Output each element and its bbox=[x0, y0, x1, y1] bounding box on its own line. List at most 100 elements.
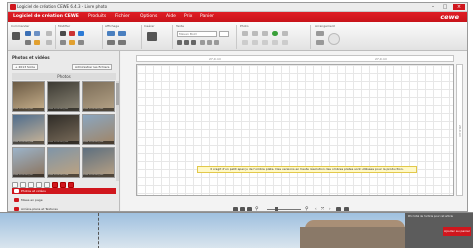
thumbnail-caption: Sicile 2013 IMG_003 bbox=[83, 108, 114, 111]
menu-file[interactable]: Fichier bbox=[115, 14, 130, 19]
cut-icon[interactable] bbox=[34, 40, 40, 45]
paste-icon[interactable] bbox=[78, 31, 84, 36]
ribbon-separator bbox=[102, 25, 103, 49]
undo-icon[interactable] bbox=[46, 31, 52, 36]
effect-icon[interactable] bbox=[272, 31, 278, 36]
price-text: Prix total de l'article pour cet article bbox=[408, 215, 453, 218]
nav-photos-label: Photos et vidéos bbox=[21, 189, 46, 193]
align-right-icon[interactable] bbox=[214, 40, 219, 45]
delete-icon[interactable] bbox=[69, 31, 75, 36]
ribbon-toolbar: Commander Modifier Affichage Insérer Tex… bbox=[8, 22, 467, 51]
nav-layouts-label: Mises en page bbox=[21, 198, 43, 202]
nav-backgrounds-label: Arrière-plans et Textures bbox=[21, 207, 58, 211]
ruler-label-vertical: 28,0 cm bbox=[458, 125, 462, 138]
send-back-icon[interactable] bbox=[316, 40, 324, 45]
photo-thumbnail[interactable]: Sicile 2013 IMG_005 bbox=[47, 114, 80, 145]
rotate-icon[interactable] bbox=[60, 40, 66, 45]
price-panel: Prix total de l'article pour cet article… bbox=[405, 213, 473, 248]
thumbnail-grid: Sicile 2013 IMG_001 Sicile 2013 IMG_002 Si… bbox=[12, 81, 116, 181]
photos-icon bbox=[14, 189, 19, 193]
nav-layouts[interactable]: Mises en page bbox=[12, 197, 116, 203]
layouts-icon bbox=[14, 198, 19, 202]
bring-front-icon[interactable] bbox=[316, 31, 324, 36]
align-icon[interactable] bbox=[78, 40, 84, 45]
crop-icon[interactable] bbox=[242, 31, 248, 36]
filter-icon[interactable] bbox=[282, 31, 288, 36]
menu-cart[interactable]: Panier bbox=[200, 14, 214, 19]
photo-thumbnail[interactable]: Sicile 2013 IMG_004 bbox=[12, 114, 45, 145]
align-left-icon[interactable] bbox=[200, 40, 205, 45]
shadow-icon[interactable] bbox=[262, 31, 268, 36]
shadow-notice: Il s'agit d'un petit aperçu de l'ombre p… bbox=[197, 166, 417, 173]
app-icon bbox=[10, 4, 16, 10]
photo-thumbnail[interactable]: Sicile 2013 IMG_001 bbox=[12, 81, 45, 112]
app-window: Logiciel de création CEWE 6.4.3 - Livre … bbox=[7, 2, 468, 212]
font-select[interactable]: Maven Bold bbox=[177, 31, 217, 37]
group-label-arrange: Arrangement bbox=[315, 24, 335, 28]
thumbnail-caption: Sicile 2013 IMG_008 bbox=[48, 174, 79, 177]
copy-icon[interactable] bbox=[60, 31, 66, 36]
photo-thumbnail[interactable]: Sicile 2013 IMG_003 bbox=[82, 81, 115, 112]
ribbon-separator bbox=[55, 25, 56, 49]
menu-main[interactable]: Logiciel de création CEWE bbox=[13, 14, 79, 19]
thumbnail-caption: Sicile 2013 IMG_007 bbox=[13, 174, 44, 177]
underline-icon[interactable] bbox=[191, 40, 196, 45]
add-to-cart-button[interactable]: Ajouter au panier bbox=[443, 227, 471, 236]
layers-icon[interactable] bbox=[328, 33, 340, 45]
photo-tool-icon[interactable] bbox=[272, 40, 278, 45]
redo-icon[interactable] bbox=[46, 40, 52, 45]
bold-icon[interactable] bbox=[177, 40, 182, 45]
mirror-icon[interactable] bbox=[69, 40, 75, 45]
align-center-icon[interactable] bbox=[207, 40, 212, 45]
menu-help[interactable]: Aide bbox=[166, 14, 176, 19]
zoom-slider[interactable] bbox=[267, 207, 301, 211]
guides-icon[interactable] bbox=[118, 40, 126, 45]
group-label-order: Commander bbox=[11, 24, 30, 28]
photo-thumbnail[interactable]: Sicile 2013 IMG_006 bbox=[82, 114, 115, 145]
photo-tool-icon[interactable] bbox=[252, 40, 258, 45]
photo-tool-icon[interactable] bbox=[282, 40, 288, 45]
menu-price[interactable]: Prix bbox=[184, 14, 192, 19]
page-canvas[interactable]: Il s'agit d'un petit aperçu de l'ombre p… bbox=[136, 64, 454, 196]
ribbon-separator bbox=[172, 25, 173, 49]
photo-tool-icon[interactable] bbox=[242, 40, 248, 45]
maximize-icon[interactable]: □ bbox=[439, 4, 451, 10]
grid-icon[interactable] bbox=[107, 40, 115, 45]
backgrounds-icon bbox=[14, 207, 19, 211]
horizontal-ruler: 27,0 cm 27,0 cm bbox=[136, 55, 454, 62]
photo-thumbnail[interactable]: Sicile 2013 IMG_008 bbox=[47, 147, 80, 178]
font-size-select[interactable] bbox=[219, 31, 229, 37]
manage-files-button[interactable]: Administrer les fichiers bbox=[72, 64, 113, 70]
photo-thumbnail[interactable]: Sicile 2013 IMG_002 bbox=[47, 81, 80, 112]
save-icon[interactable] bbox=[25, 31, 31, 36]
single-page-icon[interactable] bbox=[107, 31, 115, 36]
double-page-icon[interactable] bbox=[118, 31, 126, 36]
photo-building bbox=[300, 227, 410, 248]
open-icon[interactable] bbox=[34, 31, 40, 36]
thumbnail-caption: Sicile 2013 IMG_006 bbox=[83, 141, 114, 144]
photo-thumbnail[interactable]: Sicile 2013 IMG_009 bbox=[82, 147, 115, 178]
minimize-icon[interactable]: – bbox=[427, 4, 439, 10]
order-icon[interactable] bbox=[12, 32, 20, 40]
group-label-insert: Insérer bbox=[144, 24, 155, 28]
photo-thumbnail[interactable]: Sicile 2013 IMG_007 bbox=[12, 147, 45, 178]
second-window: Prix total de l'article pour cet article… bbox=[0, 212, 473, 248]
italic-icon[interactable] bbox=[184, 40, 189, 45]
window-title: Logiciel de création CEWE 6.4.3 - Livre … bbox=[17, 4, 108, 9]
frame-icon[interactable] bbox=[252, 31, 258, 36]
thumbnail-scrollbar[interactable] bbox=[116, 81, 119, 181]
preview-icon[interactable] bbox=[25, 40, 31, 45]
scrollbar-thumb[interactable] bbox=[116, 83, 119, 105]
menu-products[interactable]: Produits bbox=[88, 14, 106, 19]
insert-text-icon[interactable] bbox=[147, 32, 157, 41]
group-label-edit: Modifier bbox=[58, 24, 71, 28]
menu-options[interactable]: Options bbox=[140, 14, 157, 19]
folder-select[interactable]: + 2013 Sicile bbox=[12, 64, 38, 70]
thumbnail-caption: Sicile 2013 IMG_001 bbox=[13, 108, 44, 111]
photo-tool-icon[interactable] bbox=[262, 40, 268, 45]
close-icon[interactable]: × bbox=[453, 4, 465, 10]
thumbnail-caption: Sicile 2013 IMG_005 bbox=[48, 141, 79, 144]
nav-photos[interactable]: Photos et vidéos bbox=[12, 188, 116, 194]
ribbon-separator bbox=[236, 25, 237, 49]
thumbnail-caption: Sicile 2013 IMG_004 bbox=[13, 141, 44, 144]
